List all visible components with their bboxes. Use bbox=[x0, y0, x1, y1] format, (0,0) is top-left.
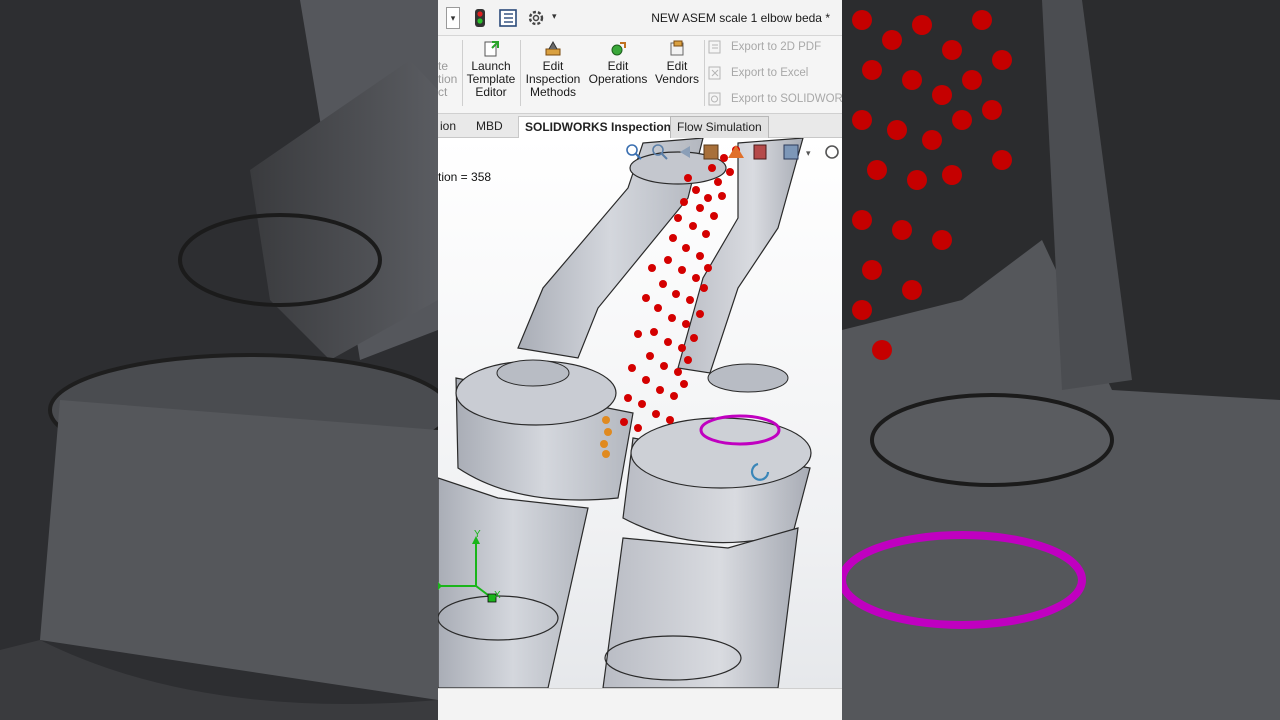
title-bar: ▾ ▾ NEW ASEM scale 1 elbow beda * bbox=[438, 0, 842, 36]
export-to-excel-button[interactable]: Export to Excel bbox=[708, 66, 808, 86]
document-title: NEW ASEM scale 1 elbow beda * bbox=[651, 11, 830, 25]
inspection-methods-icon bbox=[545, 40, 561, 56]
ribbon-divider bbox=[462, 40, 463, 106]
operations-icon bbox=[611, 42, 626, 56]
ribbon-divider bbox=[704, 40, 705, 106]
dropdown-caret-icon[interactable]: ▾ bbox=[446, 7, 460, 29]
model-view bbox=[438, 138, 812, 688]
tab-solidworks-inspection[interactable]: SOLIDWORKS Inspection bbox=[518, 116, 679, 138]
background-left bbox=[0, 0, 438, 720]
command-ribbon: te tion ct Launch Template Editor Edit I… bbox=[438, 36, 842, 114]
pdf-export-icon bbox=[708, 40, 723, 54]
iteration-counter: tion = 358 bbox=[438, 170, 492, 184]
hide-show-icon[interactable] bbox=[825, 145, 839, 159]
status-bar bbox=[438, 688, 842, 720]
rebuild-icon[interactable] bbox=[470, 8, 490, 28]
file-properties-icon[interactable] bbox=[498, 8, 518, 28]
command-manager-tabs: ion MBD SOLIDWORKS Inspection Flow Simul… bbox=[438, 114, 842, 138]
tab-mbd[interactable]: MBD bbox=[470, 116, 509, 138]
heads-up-toolbar: ▾ bbox=[626, 144, 839, 160]
edit-vendors-button[interactable]: Edit Vendors bbox=[652, 40, 702, 106]
previous-view-icon[interactable] bbox=[680, 146, 690, 158]
ribbon-divider bbox=[520, 40, 521, 106]
ribbon-partial-button[interactable]: te tion ct bbox=[438, 60, 457, 99]
export-to-2d-pdf-button[interactable]: Export to 2D PDF bbox=[708, 40, 821, 60]
tab-flow-simulation[interactable]: Flow Simulation bbox=[670, 116, 769, 138]
gear-icon[interactable] bbox=[526, 8, 546, 28]
background-right bbox=[842, 0, 1280, 720]
section-view-icon[interactable] bbox=[703, 144, 719, 160]
template-editor-icon bbox=[484, 41, 499, 57]
zoom-area-icon[interactable] bbox=[652, 144, 668, 160]
dynamic-annotation-icon[interactable] bbox=[728, 145, 744, 158]
display-style-icon[interactable] bbox=[783, 144, 799, 160]
solidworks-window: ▾ ▾ NEW ASEM scale 1 elbow beda * te tio… bbox=[438, 0, 842, 720]
view-orientation-icon[interactable] bbox=[753, 144, 767, 160]
display-style-caret-icon[interactable]: ▾ bbox=[806, 148, 811, 158]
edit-operations-button[interactable]: Edit Operations bbox=[586, 40, 650, 106]
vendors-icon bbox=[670, 40, 684, 56]
excel-export-icon bbox=[708, 66, 723, 80]
launch-template-editor-button[interactable]: Launch Template Editor bbox=[466, 40, 516, 106]
solidworks-export-icon bbox=[708, 92, 723, 106]
export-to-solidworks-button[interactable]: Export to SOLIDWORKS bbox=[708, 92, 842, 112]
graphics-area[interactable]: ▾ tion = 358 Y X bbox=[438, 138, 842, 688]
axis-label-x: X bbox=[494, 590, 501, 601]
axis-label-y: Y bbox=[474, 529, 481, 540]
tab-partial[interactable]: ion bbox=[438, 116, 462, 138]
options-caret-icon[interactable]: ▾ bbox=[552, 11, 557, 22]
edit-inspection-methods-button[interactable]: Edit Inspection Methods bbox=[524, 40, 582, 106]
zoom-to-fit-icon[interactable] bbox=[626, 144, 642, 160]
video-frame: ▾ ▾ NEW ASEM scale 1 elbow beda * te tio… bbox=[0, 0, 1280, 720]
